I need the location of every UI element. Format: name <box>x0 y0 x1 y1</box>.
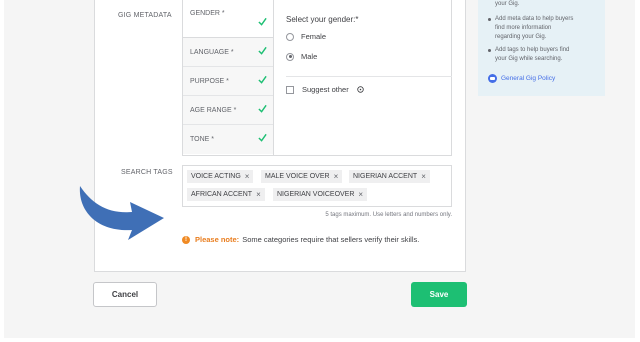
tag-chip: VOICE ACTING × <box>187 170 254 183</box>
tag-label: VOICE ACTING <box>191 173 241 180</box>
check-icon <box>258 133 267 142</box>
metadata-item-language[interactable]: LANGUAGE * <box>183 38 273 67</box>
tag-label: AFRICAN ACCENT <box>191 191 253 198</box>
gig-metadata-label: GIG METADATA <box>118 12 172 19</box>
help-text-line: Add tags to help buyers find <box>495 47 570 53</box>
suggest-other-option[interactable]: Suggest other <box>286 85 364 94</box>
metadata-list: GENDER * LANGUAGE * PURPOSE * AGE RANGE … <box>183 0 274 155</box>
warning-icon: ! <box>182 235 190 244</box>
metadata-item-age-range[interactable]: AGE RANGE * <box>183 96 273 125</box>
check-icon <box>258 75 267 84</box>
metadata-item-label: LANGUAGE * <box>190 48 234 56</box>
divider <box>286 76 452 77</box>
radio-option-male[interactable]: Male <box>286 52 317 61</box>
metadata-item-label: PURPOSE * <box>190 77 229 85</box>
policy-link-label: General Gig Policy <box>501 75 556 82</box>
remove-tag-icon[interactable]: × <box>421 172 426 181</box>
radio-option-female[interactable]: Female <box>286 32 326 41</box>
help-text-line: find more information <box>495 25 552 31</box>
tag-chip: AFRICAN ACCENT × <box>187 188 265 201</box>
metadata-item-tone[interactable]: TONE * <box>183 125 273 154</box>
bullet-icon <box>488 49 491 52</box>
note-row: ! Please note: Some categories require t… <box>182 235 419 244</box>
note-text: Some categories require that sellers ver… <box>242 235 420 244</box>
metadata-item-label: TONE * <box>190 136 214 143</box>
info-icon[interactable] <box>356 86 364 93</box>
check-icon <box>258 104 267 113</box>
tag-label: MALE VOICE OVER <box>265 173 330 180</box>
remove-tag-icon[interactable]: × <box>358 190 363 199</box>
gender-prompt: Select your gender:* <box>286 15 359 24</box>
tag-chip: NIGERIAN VOICEOVER × <box>273 188 368 201</box>
tags-hint: 5 tags maximum. Use letters and numbers … <box>325 212 452 218</box>
metadata-item-purpose[interactable]: PURPOSE * <box>183 67 273 96</box>
suggest-other-checkbox[interactable] <box>286 85 294 94</box>
remove-tag-icon[interactable]: × <box>245 172 250 181</box>
metadata-panel: GENDER * LANGUAGE * PURPOSE * AGE RANGE … <box>182 0 452 156</box>
note-label: Please note: <box>195 235 240 244</box>
radio-button-selected[interactable] <box>286 52 294 61</box>
metadata-item-label: GENDER * <box>190 10 225 17</box>
remove-tag-icon[interactable]: × <box>256 190 261 199</box>
radio-label: Male <box>301 52 318 61</box>
cancel-button[interactable]: Cancel <box>93 282 157 307</box>
help-text-line: Add meta data to help buyers <box>495 16 574 22</box>
tag-label: NIGERIAN VOICEOVER <box>277 191 355 198</box>
tag-chip: NIGERIAN ACCENT × <box>349 170 430 183</box>
help-text-line: regarding your Gig. <box>495 34 547 40</box>
radio-button[interactable] <box>286 32 294 41</box>
metadata-item-gender[interactable]: GENDER * <box>183 0 273 38</box>
metadata-item-label: AGE RANGE * <box>190 106 237 114</box>
check-icon <box>258 17 267 26</box>
general-gig-policy-link[interactable]: General Gig Policy <box>488 74 555 83</box>
help-side-panel: your Gig. Add meta data to help buyers f… <box>478 0 605 96</box>
chat-icon <box>488 74 497 83</box>
tag-chip: MALE VOICE OVER × <box>261 170 343 183</box>
help-text-line: your Gig. <box>495 1 520 7</box>
bullet-icon <box>488 18 491 21</box>
remove-tag-icon[interactable]: × <box>334 172 339 181</box>
check-icon <box>258 46 267 55</box>
suggest-other-label: Suggest other <box>302 85 349 94</box>
search-tags-input[interactable]: VOICE ACTING × MALE VOICE OVER × NIGERIAN … <box>182 165 452 207</box>
tag-label: NIGERIAN ACCENT <box>353 173 418 180</box>
help-text-line: your Gig while searching. <box>495 56 563 62</box>
search-tags-label: SEARCH TAGS <box>121 169 173 176</box>
curved-arrow-icon <box>79 186 164 240</box>
radio-label: Female <box>301 32 327 41</box>
save-button[interactable]: Save <box>411 282 467 307</box>
